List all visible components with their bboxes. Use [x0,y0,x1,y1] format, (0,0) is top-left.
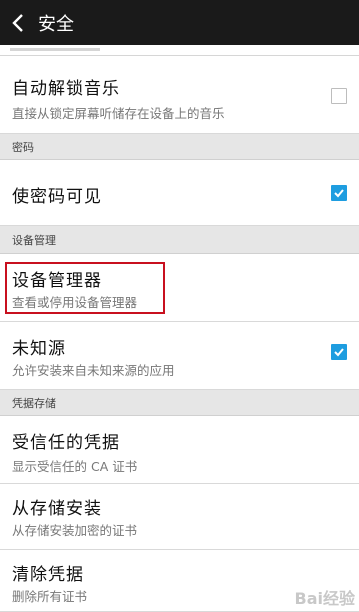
action-bar: 安全 [0,0,359,45]
setting-title: 使密码可见 [12,187,102,207]
back-button[interactable] [0,0,36,45]
chevron-left-icon [12,13,23,32]
watermark: Bai经验 [294,589,355,608]
setting-subtitle: 显示受信任的 CA 证书 [12,459,138,474]
setting-subtitle: 允许安装来自未知来源的应用 [12,363,175,378]
setting-title: 自动解锁音乐 [12,79,120,99]
setting-subtitle: 直接从锁定屏幕听储存在设备上的音乐 [12,106,225,121]
auto-unlock-music-checkbox[interactable] [331,88,347,104]
section-header-password: 密码 [0,134,359,160]
setting-title: 受信任的凭据 [12,433,120,453]
section-header-device-admin: 设备管理 [0,226,359,254]
highlight-box [5,262,165,314]
section-header-credential-storage: 凭据存储 [0,390,359,416]
setting-title: 未知源 [12,339,66,359]
setting-title: 从存储安装 [12,499,102,519]
divider [10,48,100,51]
section-label: 凭据存储 [12,396,56,410]
show-password-checkbox[interactable] [331,185,347,201]
page-title: 安全 [38,13,74,35]
setting-row-auto-unlock-music[interactable]: 自动解锁音乐 直接从锁定屏幕听储存在设备上的音乐 [0,56,359,134]
checkmark-icon [334,348,344,357]
unknown-sources-checkbox[interactable] [331,344,347,360]
scrolled-row-edge [0,45,359,56]
setting-row-trusted-credentials[interactable]: 受信任的凭据 显示受信任的 CA 证书 [0,416,359,484]
setting-title: 清除凭据 [12,565,84,585]
section-label: 设备管理 [12,233,56,247]
setting-row-unknown-sources[interactable]: 未知源 允许安装来自未知来源的应用 [0,322,359,390]
setting-row-show-password[interactable]: 使密码可见 [0,160,359,226]
checkmark-icon [334,189,344,198]
setting-row-install-from-storage[interactable]: 从存储安装 从存储安装加密的证书 [0,484,359,550]
setting-subtitle: 从存储安装加密的证书 [12,523,138,538]
setting-subtitle: 删除所有证书 [12,589,88,604]
section-label: 密码 [12,140,34,154]
